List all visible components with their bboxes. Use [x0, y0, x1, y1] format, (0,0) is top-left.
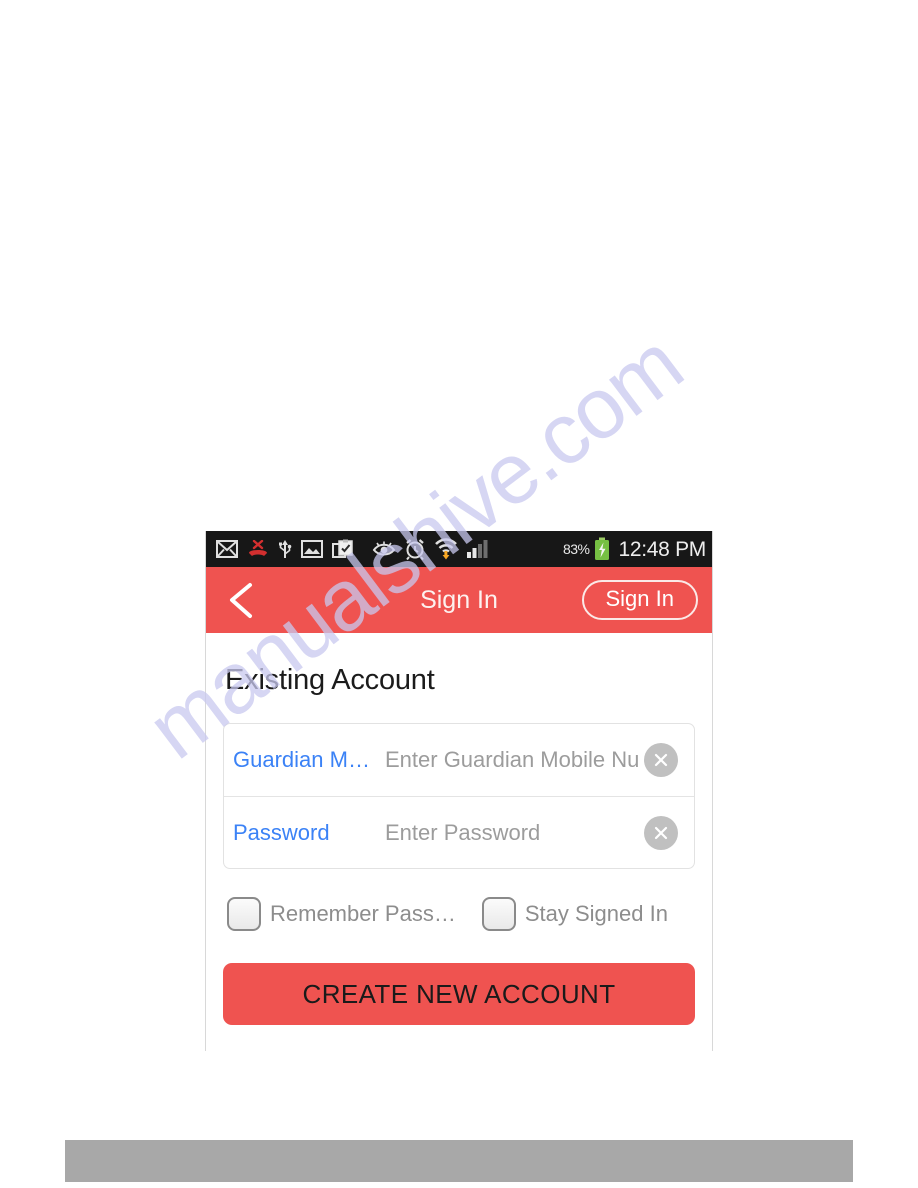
clear-circle-x-icon[interactable]: [644, 743, 678, 777]
status-bar-system-icons: [372, 538, 490, 560]
usb-icon: [279, 540, 292, 558]
section-heading-existing-account: Existing Account: [225, 664, 435, 696]
battery-percent-label: 83%: [562, 541, 590, 557]
wifi-download-icon: [435, 538, 457, 560]
guardian-mobile-field-row: Guardian M…: [224, 724, 694, 796]
eye-icon: [372, 541, 396, 556]
status-bar-right-cluster: 83% 12:48 PM: [563, 537, 706, 561]
guardian-mobile-label: Guardian M…: [233, 747, 370, 772]
status-bar-clock: 12:48 PM: [618, 537, 707, 561]
guardian-mobile-input[interactable]: [385, 747, 640, 773]
remember-password-checkbox-item[interactable]: Remember Pass…: [227, 897, 456, 931]
image-icon: [301, 540, 323, 558]
clear-circle-x-icon[interactable]: [644, 815, 678, 850]
app-header-bar: Sign In Sign In: [206, 567, 712, 633]
sign-in-form-card: Guardian M… Password: [223, 723, 695, 869]
signal-bars-icon: [467, 540, 488, 558]
close-icon: [654, 826, 668, 839]
status-bar-notification-icons: [216, 539, 354, 559]
screen-content: Existing Account Guardian M… Password: [206, 664, 712, 1025]
missed-call-icon: [249, 540, 267, 556]
battery-charging-icon: [594, 537, 609, 560]
options-row: Remember Pass… Stay Signed In: [223, 897, 695, 931]
remember-password-label: Remember Pass…: [270, 901, 456, 926]
sign-in-button[interactable]: Sign In: [581, 580, 698, 620]
close-icon: [654, 753, 668, 767]
stay-signed-in-checkbox-item[interactable]: Stay Signed In: [481, 897, 668, 931]
clipboard-check-icon: [332, 539, 353, 558]
alarm-clock-icon: [406, 539, 424, 560]
password-field-row: Password: [224, 796, 694, 868]
phone-screenshot: 83% 12:48 PM Sign In Sign In Existing Ac…: [205, 531, 713, 1051]
footer-bar: [65, 1140, 853, 1182]
checkbox-icon[interactable]: [227, 897, 261, 931]
create-new-account-button[interactable]: CREATE NEW ACCOUNT: [223, 963, 695, 1025]
chevron-left-icon[interactable]: [224, 580, 258, 620]
password-input[interactable]: [385, 819, 640, 846]
android-status-bar: 83% 12:48 PM: [206, 531, 712, 567]
checkbox-icon[interactable]: [481, 897, 516, 931]
envelope-icon: [216, 540, 238, 558]
password-label: Password: [233, 819, 330, 845]
stay-signed-in-label: Stay Signed In: [524, 901, 668, 926]
